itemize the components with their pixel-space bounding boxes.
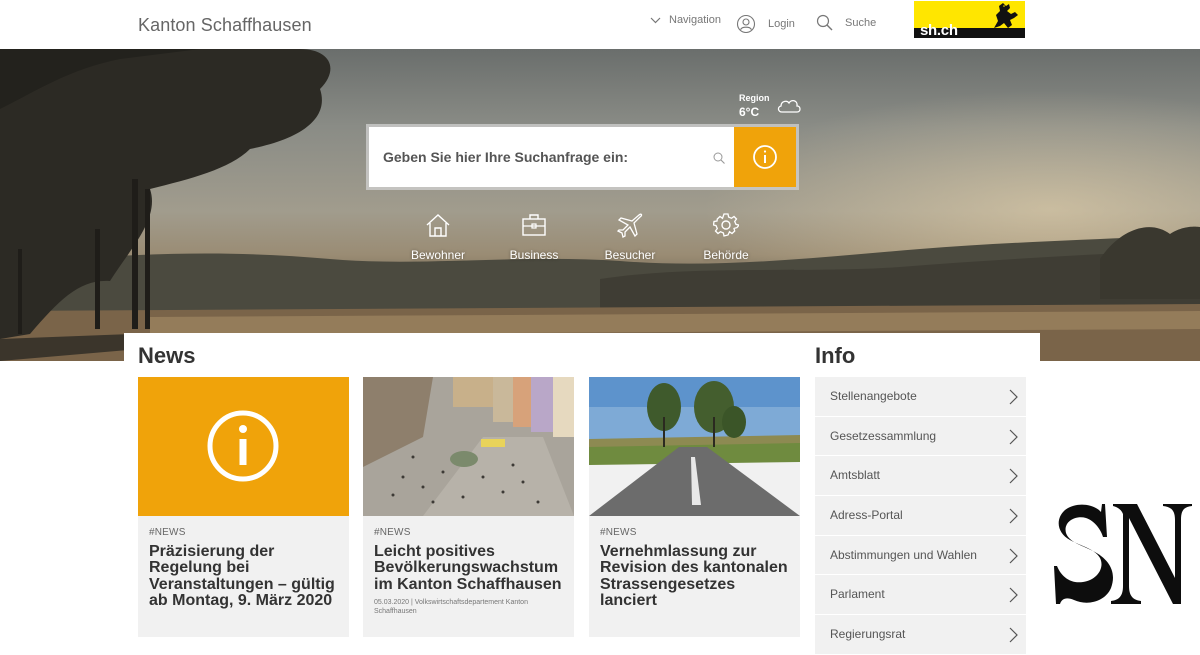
info-item-label: Abstimmungen und Wahlen: [830, 547, 977, 562]
info-item-label: Gesetzessammlung: [830, 428, 937, 443]
info-icon: [753, 145, 777, 169]
chevron-right-icon: [1009, 429, 1018, 445]
news-card[interactable]: #NEWS Vernehmlassung zur Revision des ka…: [589, 377, 800, 637]
category-bewohner[interactable]: Bewohner: [393, 212, 483, 262]
info-icon: [207, 410, 279, 482]
news-tag: #NEWS: [374, 527, 411, 538]
chevron-down-icon: [650, 17, 661, 23]
town-square-photo: [363, 377, 574, 516]
news-card[interactable]: #NEWS Leicht positives Bevölkerungswachs…: [363, 377, 574, 637]
search-icon: [713, 152, 725, 164]
info-heading: Info: [815, 343, 856, 368]
info-item-gesetzessammlung[interactable]: Gesetzessammlung: [815, 416, 1026, 457]
info-item-label: Stellenangebote: [830, 389, 917, 403]
category-behoerde[interactable]: Behörde: [681, 212, 771, 262]
weather-region: Region: [739, 93, 770, 103]
airplane-icon: [617, 213, 643, 238]
news-title[interactable]: Präzisierung der Regelung bei Veranstalt…: [149, 543, 341, 609]
hero-banner: Region 6°C Bewohner Business Besucher Be…: [0, 49, 1200, 361]
info-item-adress-portal[interactable]: Adress-Portal: [815, 496, 1026, 536]
news-meta: 05.03.2020 | Volkswirtschaftsdepartement…: [374, 598, 528, 615]
search-submit-button[interactable]: [734, 127, 796, 187]
info-item-abstimmungen[interactable]: Abstimmungen und Wahlen: [815, 535, 1026, 576]
news-card-image: [138, 377, 349, 516]
search-input[interactable]: [369, 127, 735, 187]
category-besucher[interactable]: Besucher: [585, 212, 675, 262]
weather-temp: 6°C: [739, 105, 760, 119]
nav-search-label: Suche: [845, 16, 877, 29]
sh-logo[interactable]: sh.ch: [914, 1, 1025, 38]
site-title[interactable]: Kanton Schaffhausen: [138, 15, 312, 36]
road-photo: [589, 377, 800, 516]
search-icon: [816, 14, 833, 31]
news-card[interactable]: #NEWS Präzisierung der Regelung bei Vera…: [138, 377, 349, 637]
info-item-label: Parlament: [830, 587, 885, 602]
info-item-label: Amtsblatt: [830, 468, 881, 483]
search-field-icon: [713, 151, 725, 169]
chevron-right-icon: [1009, 508, 1018, 524]
nav-login-label: Login: [768, 18, 795, 30]
nav-login[interactable]: Login: [736, 14, 795, 34]
info-item-label: Adress-Portal: [830, 508, 903, 523]
info-list: Stellenangebote Gesetzessammlung Amtsbla…: [815, 377, 1026, 655]
category-label: Business: [509, 248, 559, 262]
user-icon: [736, 14, 756, 34]
news-title[interactable]: Leicht positives Bevölkerungswachstum im…: [374, 543, 566, 593]
search-box: [366, 124, 799, 190]
chevron-right-icon: [1009, 548, 1018, 564]
news-tag: #NEWS: [149, 527, 186, 538]
info-item-regierungsrat[interactable]: Regierungsrat: [815, 615, 1026, 655]
gear-icon: [713, 213, 739, 237]
lion-crest-icon: [994, 3, 1018, 28]
news-card-image: [363, 377, 574, 516]
weather-widget[interactable]: Region 6°C: [739, 93, 801, 119]
landscape-illustration: [0, 49, 1200, 361]
info-item-amtsblatt[interactable]: Amtsblatt: [815, 456, 1026, 497]
news-card-image: [589, 377, 800, 516]
info-item-stellenangebote[interactable]: Stellenangebote: [815, 377, 1026, 417]
house-icon: [426, 214, 450, 237]
news-tag: #NEWS: [600, 527, 637, 538]
nav-search[interactable]: Suche: [816, 14, 876, 31]
category-business[interactable]: Business: [489, 212, 579, 262]
nav-navigation[interactable]: Navigation: [650, 14, 721, 26]
main-content: News Info #NEWS Präzisierung der Regelun…: [124, 333, 1040, 655]
nav-navigation-label: Navigation: [669, 14, 721, 26]
cloud-icon: [777, 99, 801, 113]
news-heading: News: [138, 343, 196, 368]
logo-text: sh.ch: [920, 22, 958, 38]
category-label: Behörde: [703, 248, 749, 262]
category-label: Bewohner: [410, 248, 466, 262]
briefcase-icon: [522, 214, 546, 236]
chevron-right-icon: [1009, 588, 1018, 603]
news-title[interactable]: Vernehmlassung zur Revision des kantonal…: [600, 543, 792, 609]
info-item-label: Regierungsrat: [830, 627, 906, 642]
sn-logo: [1054, 504, 1192, 604]
chevron-right-icon: [1009, 468, 1018, 484]
category-label: Besucher: [604, 248, 656, 262]
site-header: Kanton Schaffhausen Navigation Login Suc…: [0, 0, 1200, 49]
chevron-right-icon: [1009, 389, 1018, 405]
info-item-parlament[interactable]: Parlament: [815, 575, 1026, 616]
